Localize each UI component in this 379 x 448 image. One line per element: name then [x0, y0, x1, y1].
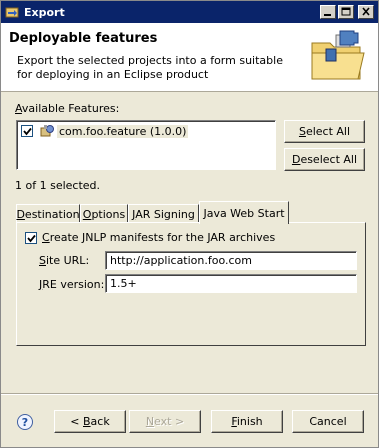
next-label: Next >: [145, 415, 185, 428]
finish-label: Finish: [231, 415, 263, 428]
feature-list[interactable]: com.foo.feature (1.0.0): [16, 120, 276, 170]
site-url-input[interactable]: [105, 251, 357, 270]
back-label: < Back: [70, 415, 110, 428]
jre-version-label: JRE version:: [39, 278, 105, 291]
checkmark-icon: [27, 234, 36, 242]
java-web-start-panel: Create JNLP manifests for the JAR archiv…: [16, 222, 366, 346]
tab-label: Java Web Start: [203, 206, 285, 220]
minimize-button[interactable]: [320, 5, 336, 19]
export-dialog: Export Deployable features Export the se…: [0, 0, 379, 448]
tab-options[interactable]: Options: [80, 204, 128, 223]
deselect-all-button[interactable]: Deselect All: [284, 148, 365, 171]
tab-java-web-start[interactable]: Java Web Start: [199, 201, 289, 224]
checkmark-icon: [23, 127, 32, 136]
title-bar[interactable]: Export: [1, 1, 378, 23]
site-url-label: Site URL:: [39, 254, 90, 267]
next-button[interactable]: Next >: [129, 410, 201, 433]
tab-label: Options: [82, 207, 126, 221]
tab-jar-signing[interactable]: JAR Signing: [128, 204, 199, 223]
feature-label: com.foo.feature (1.0.0): [57, 124, 189, 138]
tab-label: JAR Signing: [132, 207, 195, 221]
back-button[interactable]: < Back: [54, 410, 126, 433]
app-icon: [5, 7, 19, 18]
available-features-label: Available Features:: [15, 102, 120, 115]
create-jnlp-label: Create JNLP manifests for the JAR archiv…: [42, 231, 276, 244]
window-title: Export: [24, 5, 65, 19]
deselect-all-label: Deselect All: [291, 153, 358, 166]
close-icon: [362, 7, 370, 16]
finish-button[interactable]: Finish: [211, 410, 283, 433]
footer-separator: [1, 393, 378, 395]
banner-description: Export the selected projects into a form…: [17, 54, 283, 81]
svg-text:?: ?: [22, 416, 28, 429]
cancel-button[interactable]: Cancel: [292, 410, 364, 433]
tab-label: Destination: [16, 207, 80, 221]
cancel-label: Cancel: [309, 415, 347, 428]
create-jnlp-option[interactable]: Create JNLP manifests for the JAR archiv…: [25, 231, 275, 244]
select-all-label: Select All: [298, 125, 351, 138]
maximize-icon: [341, 7, 351, 16]
list-item[interactable]: com.foo.feature (1.0.0): [21, 124, 189, 138]
close-button[interactable]: [358, 5, 374, 19]
minimize-icon: [324, 14, 331, 16]
create-jnlp-checkbox[interactable]: [25, 231, 37, 244]
feature-icon: [40, 125, 54, 137]
help-icon[interactable]: ?: [16, 413, 34, 431]
select-all-button[interactable]: Select All: [284, 120, 365, 143]
wizard-banner: Deployable features Export the selected …: [1, 23, 378, 92]
feature-checkbox[interactable]: [21, 125, 33, 137]
selection-status: 1 of 1 selected.: [15, 179, 101, 192]
maximize-button[interactable]: [338, 5, 354, 19]
banner-title: Deployable features: [9, 31, 158, 46]
tab-destination[interactable]: Destination: [16, 204, 80, 223]
export-folder-icon: [311, 30, 365, 80]
jre-version-input[interactable]: [105, 274, 357, 293]
